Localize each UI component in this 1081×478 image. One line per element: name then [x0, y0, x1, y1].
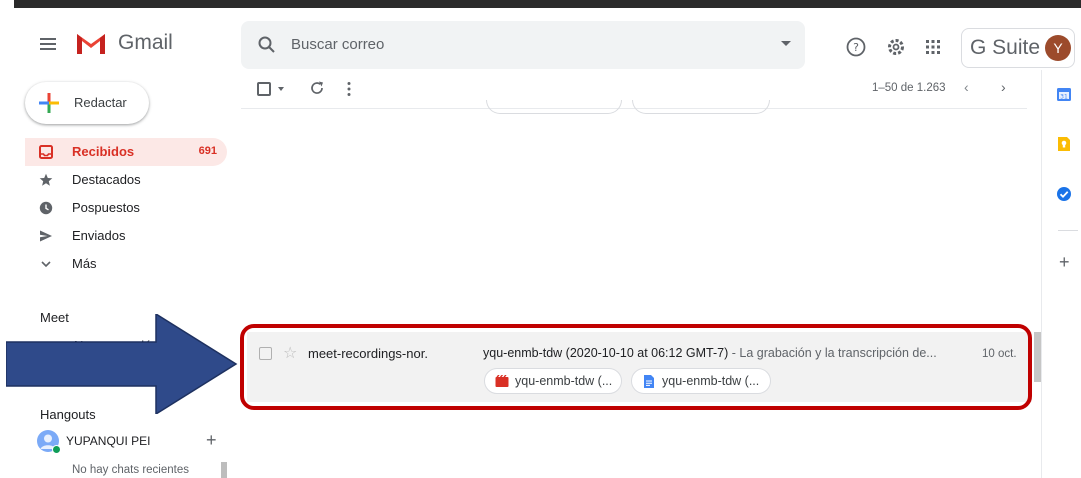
previous-page-icon[interactable]: ‹ [964, 79, 969, 95]
help-icon[interactable]: ? [845, 36, 867, 58]
sidebar-item-sent[interactable]: Enviados [25, 222, 227, 250]
gsuite-account-button[interactable]: G Suite Y [961, 28, 1075, 68]
gsuite-logo: G Suite [970, 36, 1041, 59]
search-icon[interactable] [257, 35, 277, 55]
sidebar-scrollbar[interactable] [221, 462, 227, 478]
sidebar-item-label: Más [72, 256, 97, 271]
add-addon-icon[interactable]: + [1059, 252, 1070, 273]
tasks-icon[interactable] [1056, 186, 1072, 202]
avatar[interactable]: Y [1045, 35, 1071, 61]
attachment-chip-partial[interactable] [486, 100, 622, 114]
attachment-chip-partial[interactable] [632, 100, 770, 114]
select-all-checkbox[interactable] [257, 82, 271, 96]
sidebar-item-label: Destacados [72, 172, 141, 187]
hamburger-menu-icon[interactable] [40, 38, 56, 50]
send-icon [40, 230, 52, 242]
plus-icon [39, 93, 59, 113]
more-options-icon[interactable] [347, 81, 351, 97]
svg-text:?: ? [853, 41, 859, 54]
no-chats-text: No hay chats recientes [72, 464, 189, 476]
calendar-icon[interactable]: 31 [1056, 86, 1072, 102]
gear-icon[interactable] [885, 36, 907, 58]
search-bar[interactable]: Buscar correo [241, 21, 805, 69]
highlight-box [240, 324, 1032, 410]
compose-button[interactable]: Redactar [25, 82, 149, 124]
select-options-icon[interactable] [278, 87, 284, 91]
sidebar-item-label: Enviados [72, 228, 126, 243]
refresh-icon[interactable] [309, 80, 325, 96]
pointer-arrow-icon [6, 314, 238, 414]
sidebar-item-inbox[interactable]: Recibidos 691 [25, 138, 227, 166]
side-panel: 31 + [1041, 70, 1081, 478]
sidebar-item-snoozed[interactable]: Pospuestos [25, 194, 227, 222]
toolbar-divider [241, 108, 1027, 116]
unread-count: 691 [198, 145, 217, 157]
gmail-wordmark: Gmail [118, 31, 173, 54]
header: Gmail Buscar correo ? G Suite Y [0, 8, 1081, 70]
inbox-icon [39, 145, 53, 159]
keep-icon[interactable] [1056, 136, 1072, 152]
hangouts-user-name: YUPANQUI PEI [66, 434, 151, 448]
sidebar-item-label: Pospuestos [72, 200, 140, 215]
sidebar-item-label: Recibidos [72, 144, 135, 159]
search-options-icon[interactable] [781, 41, 791, 46]
sidebar-item-more[interactable]: Más [25, 250, 227, 278]
next-page-icon[interactable]: › [1001, 79, 1006, 95]
side-panel-divider [1058, 230, 1078, 231]
hangouts-user[interactable]: YUPANQUI PEI + [37, 430, 227, 454]
pagination-range: 1–50 de 1.263 [872, 82, 946, 94]
add-chat-icon[interactable]: + [206, 430, 217, 451]
compose-label: Redactar [74, 95, 127, 110]
svg-text:31: 31 [1060, 93, 1068, 100]
star-icon [39, 173, 53, 186]
apps-grid-icon[interactable] [922, 36, 944, 58]
chevron-down-icon [41, 261, 51, 268]
clock-icon [39, 201, 53, 215]
top-border [14, 0, 1081, 8]
search-input[interactable]: Buscar correo [291, 36, 384, 53]
gmail-logo-icon[interactable] [75, 30, 107, 56]
online-status-dot [52, 445, 61, 454]
sidebar-item-starred[interactable]: Destacados [25, 166, 227, 194]
